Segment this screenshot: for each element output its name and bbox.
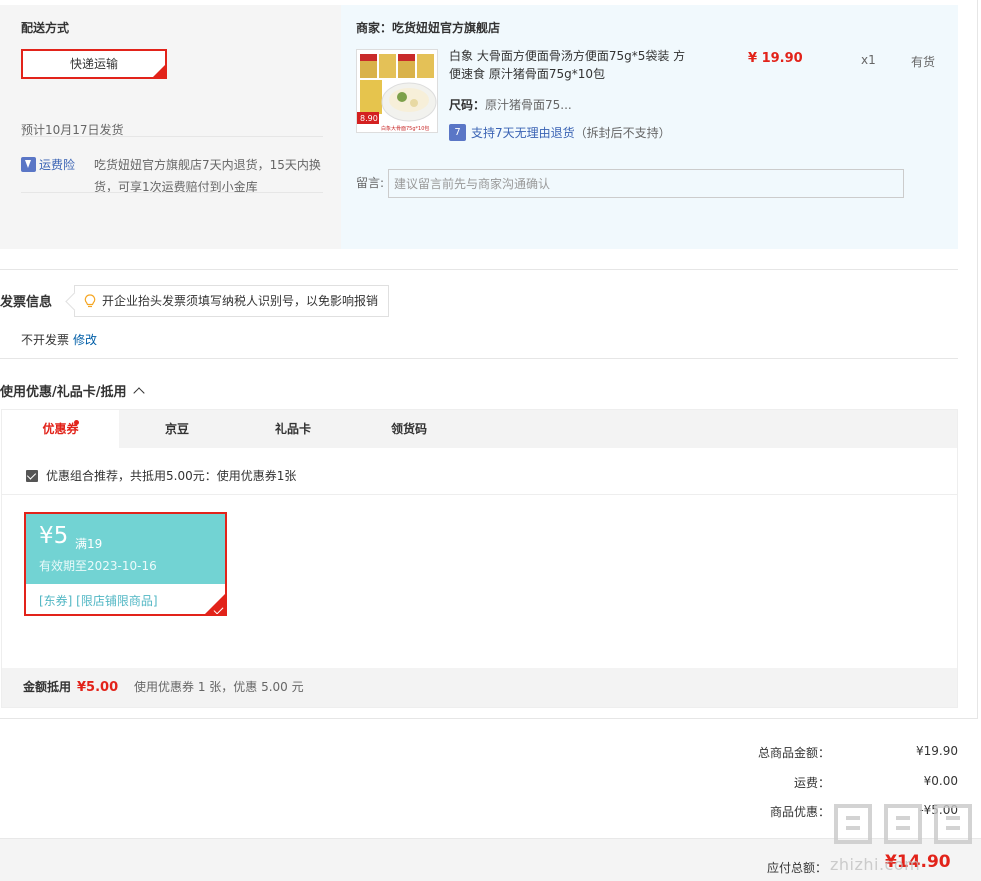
watermark-text: zhizhi.com <box>830 855 921 874</box>
invoice-value-row: 不开发票 修改 <box>21 331 97 348</box>
coupon-card-header: ¥5 满19 有效期至2023-10-16 <box>26 514 225 584</box>
shipping-section: 配送方式 快递运输 预计10月17日发货 运费险 吃货妞妞官方旗舰店7天内退货，… <box>0 5 958 249</box>
coupon-panel: 优惠券 京豆 礼品卡 领货码 优惠组合推荐，共抵用5.00元：使用优惠券1张 ¥… <box>1 409 958 708</box>
return-7day-icon: 7 <box>449 124 466 141</box>
tab-redeem-code[interactable]: 领货码 <box>351 410 467 448</box>
chevron-up-icon <box>132 387 145 399</box>
return-policy-label: 支持7天无理由退货 <box>471 126 575 140</box>
seller-name: 商家：吃货妞妞官方旗舰店 <box>356 21 501 35</box>
invoice-value: 不开发票 <box>21 333 70 347</box>
message-input[interactable] <box>388 169 904 198</box>
shipping-panel: 配送方式 快递运输 预计10月17日发货 运费险 吃货妞妞官方旗舰店7天内退货，… <box>21 19 323 194</box>
message-label: 留言: <box>356 176 385 190</box>
tab-gift-card-label: 礼品卡 <box>274 422 311 436</box>
coupon-tags: [东券] [限店铺限商品] <box>39 594 158 608</box>
tab-jingdou[interactable]: 京豆 <box>119 410 235 448</box>
tab-coupons[interactable]: 优惠券 <box>2 410 119 448</box>
coupon-tabs: 优惠券 京豆 礼品卡 领货码 <box>2 410 957 448</box>
discount-label: 商品优惠： <box>769 805 830 819</box>
watermark: zhizhi.com <box>830 800 980 881</box>
coupon-summary: 金额抵用 ¥5.00 使用优惠券 1 张，优惠 5.00 元 <box>2 668 957 707</box>
invoice-tip: 开企业抬头发票须填写纳税人识别号，以免影响报销 <box>74 285 390 317</box>
size-value: 原汁猪骨面75... <box>485 98 572 112</box>
return-policy-note: （拆封后不支持） <box>574 126 671 140</box>
image-price-tag: 8.90 <box>360 114 378 123</box>
product-price: ¥ 19.90 <box>748 51 803 66</box>
combo-checkbox[interactable] <box>26 469 38 482</box>
shop-panel: 商家：吃货妞妞官方旗舰店 8.90 白象大骨面75g*10包 白象 大骨面方便面… <box>341 5 958 249</box>
return-policy[interactable]: 7 支持7天无理由退货（拆封后不支持） <box>449 124 671 141</box>
divider <box>0 358 958 359</box>
combo-text: 优惠组合推荐，共抵用5.00元：使用优惠券1张 <box>46 469 297 483</box>
goods-total-value: ¥19.90 <box>916 744 958 758</box>
divider <box>21 192 323 193</box>
return-policy-text: 支持7天无理由退货（拆封后不支持） <box>471 124 671 141</box>
shipping-label: 配送方式 <box>21 21 70 35</box>
coupon-expiry: 有效期至2023-10-16 <box>39 559 157 573</box>
tab-redeem-code-label: 领货码 <box>390 422 427 436</box>
insurance-link[interactable]: 运费险 <box>39 156 75 173</box>
shipping-method-button[interactable]: 快递运输 <box>21 49 167 79</box>
product-name[interactable]: 白象 大骨面方便面骨汤方便面75g*5袋装 方便速食 原汁猪骨面75g*10包 <box>449 47 689 83</box>
freight-label: 运费： <box>793 776 830 790</box>
tab-jingdou-label: 京豆 <box>164 422 189 436</box>
goods-total-label: 总商品金额： <box>757 746 830 760</box>
divider <box>2 494 957 495</box>
divider <box>0 269 958 270</box>
notification-dot <box>74 420 79 425</box>
invoice-title: 发票信息 <box>0 295 53 310</box>
coupon-amount: ¥5 <box>39 523 69 549</box>
product-image[interactable]: 8.90 白象大骨面75g*10包 <box>356 49 438 133</box>
freight-value: ¥0.00 <box>923 774 958 788</box>
coupon-summary-value: ¥5.00 <box>77 680 119 695</box>
insurance-tag[interactable]: 运费险 <box>21 156 75 173</box>
coupon-section-toggle[interactable]: 使用优惠/礼品卡/抵用 <box>0 381 145 400</box>
tab-coupons-label: 优惠券 <box>42 422 79 436</box>
coupon-section-title: 使用优惠/礼品卡/抵用 <box>0 385 127 400</box>
coupon-condition: 满19 <box>75 537 103 551</box>
shipping-method-label: 快递运输 <box>69 57 118 71</box>
product-quantity: x1 <box>861 53 876 67</box>
payable-label: 应付总额： <box>766 861 827 875</box>
selected-corner <box>153 65 165 77</box>
product-thumbnail: 8.90 白象大骨面75g*10包 <box>357 50 437 132</box>
image-caption: 白象大骨面75g*10包 <box>381 125 429 132</box>
coupon-card[interactable]: ¥5 满19 有效期至2023-10-16 [东券] [限店铺限商品] <box>24 512 227 616</box>
invoice-tip-text: 开企业抬头发票须填写纳税人识别号，以免影响报销 <box>102 294 379 308</box>
combo-recommend[interactable]: 优惠组合推荐，共抵用5.00元：使用优惠券1张 <box>26 467 296 484</box>
watermark-logo <box>834 804 972 844</box>
stock-status: 有货 <box>911 55 936 69</box>
product-size: 尺码：原汁猪骨面75... <box>449 96 572 113</box>
coupon-summary-label: 金额抵用 <box>23 680 72 694</box>
coupon-summary-desc: 使用优惠券 1 张，优惠 5.00 元 <box>134 680 304 694</box>
tab-gift-card[interactable]: 礼品卡 <box>235 410 351 448</box>
divider <box>21 136 323 137</box>
divider <box>977 0 978 718</box>
size-label: 尺码： <box>449 98 486 112</box>
invoice-edit-link[interactable]: 修改 <box>73 333 97 347</box>
lightbulb-icon <box>84 294 96 308</box>
divider <box>0 718 978 719</box>
shield-icon <box>21 157 36 172</box>
